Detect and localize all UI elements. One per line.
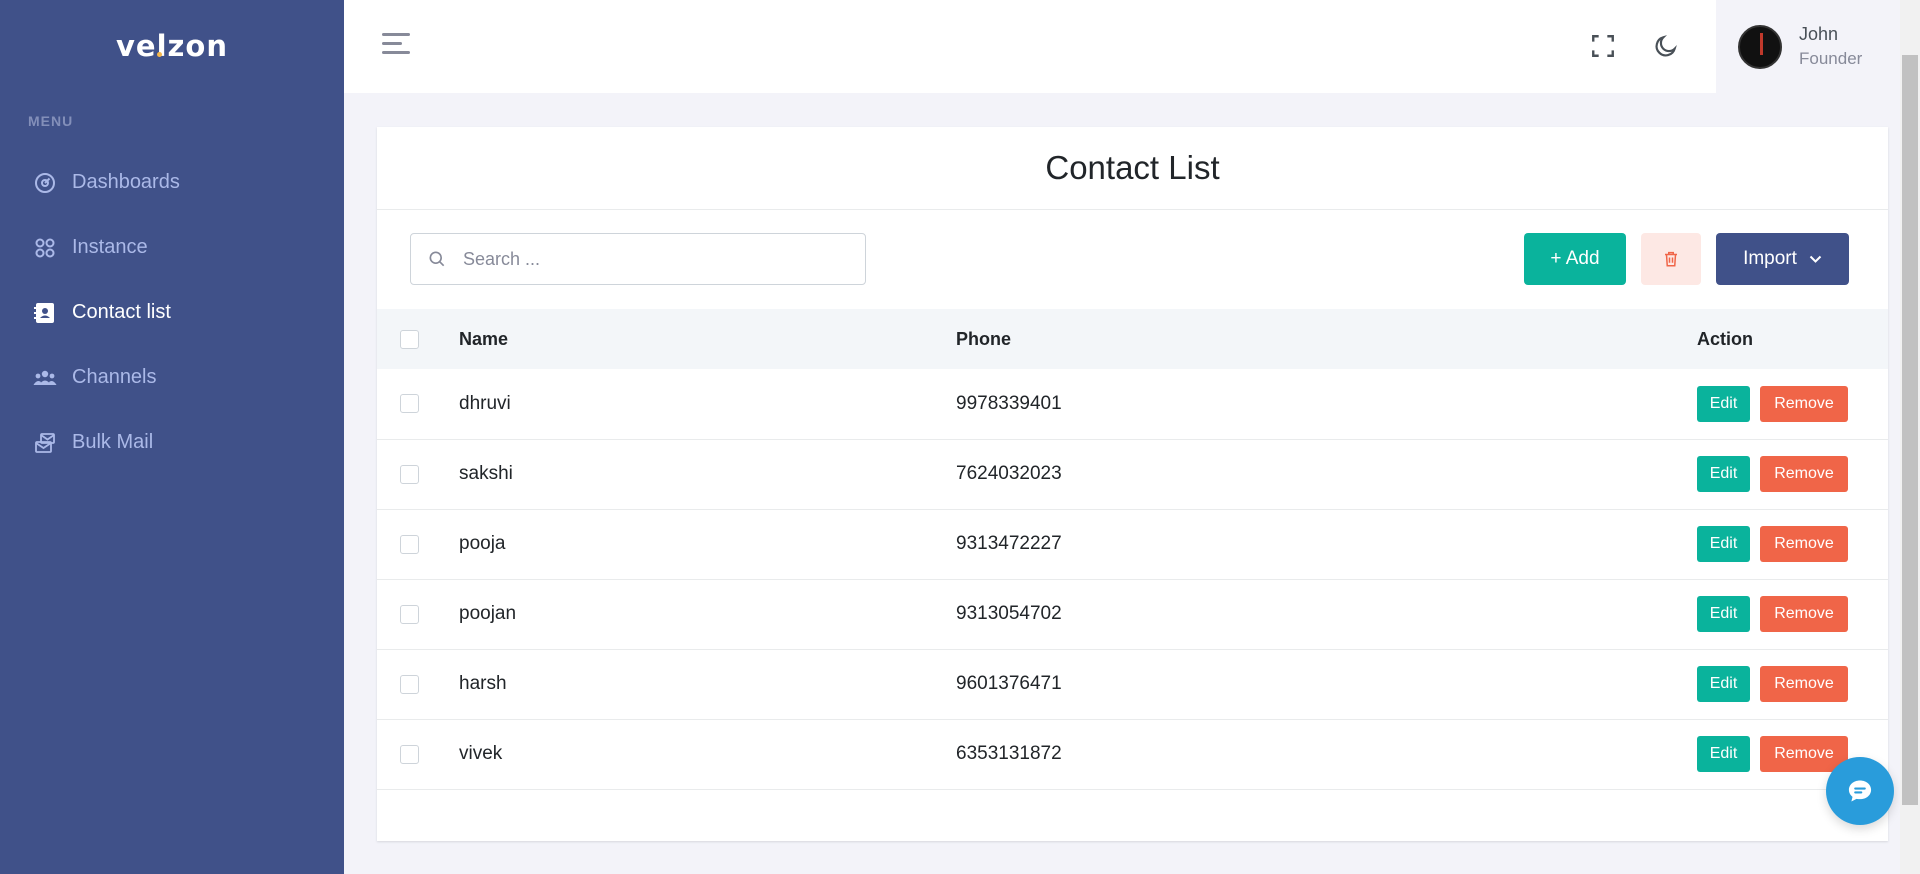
header-phone: Phone <box>956 328 1012 349</box>
edit-button[interactable]: Edit <box>1697 385 1750 422</box>
row-checkbox[interactable] <box>400 674 419 694</box>
edit-button[interactable]: Edit <box>1697 736 1750 772</box>
contact-phone: 9601376471 <box>956 673 1062 694</box>
header-action: Action <box>1697 328 1753 349</box>
logo-text: velzon <box>116 29 228 63</box>
user-info: John Founder <box>1799 24 1862 69</box>
search-box <box>410 233 866 285</box>
remove-button[interactable]: Remove <box>1760 385 1848 422</box>
edit-button[interactable]: Edit <box>1697 456 1750 492</box>
sidebar-item-channels[interactable]: Channels <box>0 345 344 410</box>
edit-button[interactable]: Edit <box>1697 526 1750 562</box>
table-row: dhruvi 9978339401 Edit Remove <box>377 369 1888 439</box>
menu-title: MENU <box>28 113 74 129</box>
dashboard-gauge-icon <box>32 170 58 196</box>
remove-button[interactable]: Remove <box>1760 456 1848 492</box>
delete-selected-button[interactable] <box>1641 233 1701 285</box>
edit-button[interactable]: Edit <box>1697 596 1750 632</box>
sidebar-nav: Dashboards Instance Contact list Channel… <box>0 150 344 475</box>
contact-name: pooja <box>459 533 506 554</box>
row-checkbox[interactable] <box>400 534 419 554</box>
table-row: harsh 9601376471 Edit Remove <box>377 649 1888 719</box>
search-input[interactable] <box>463 248 843 270</box>
table-row: sakshi 7624032023 Edit Remove <box>377 439 1888 509</box>
contact-phone: 7624032023 <box>956 463 1062 484</box>
toolbar: + Add Import <box>377 210 1888 309</box>
user-dropdown[interactable]: John Founder <box>1716 0 1900 93</box>
apps-grid-icon <box>32 235 58 261</box>
trash-icon <box>1665 251 1677 267</box>
select-all-checkbox[interactable] <box>400 329 419 349</box>
scrollbar-thumb[interactable] <box>1902 55 1918 805</box>
sidebar-item-label: Channels <box>72 366 157 388</box>
import-label: Import <box>1743 248 1797 269</box>
contact-phone: 6353131872 <box>956 743 1062 764</box>
page-title: Contact List <box>1045 149 1220 186</box>
contact-phone: 9313472227 <box>956 533 1062 554</box>
row-checkbox[interactable] <box>400 464 419 484</box>
sidebar-item-contact-list[interactable]: Contact list <box>0 280 344 345</box>
contact-name: vivek <box>459 743 503 764</box>
chat-bubble-icon <box>1848 780 1872 802</box>
table-row: poojan 9313054702 Edit Remove <box>377 579 1888 649</box>
table-row: pooja 9313472227 Edit Remove <box>377 509 1888 579</box>
row-checkbox[interactable] <box>400 744 419 764</box>
chat-button[interactable] <box>1826 757 1894 825</box>
contact-name: poojan <box>459 603 517 624</box>
sidebar-item-label: Bulk Mail <box>72 431 154 453</box>
topbar: John Founder <box>344 0 1900 93</box>
contacts-table: Name Phone Action dhruvi 9978339401 Edit… <box>377 309 1888 790</box>
contact-name: sakshi <box>459 463 513 484</box>
row-checkbox[interactable] <box>400 394 419 414</box>
contact-list-card: Contact List + Add Import Name Phone Act… <box>377 127 1888 841</box>
search-icon <box>429 251 445 267</box>
mail-stack-icon <box>32 430 58 456</box>
logo-dot <box>157 52 163 57</box>
user-name: John <box>1799 24 1839 44</box>
sidebar-item-label: Dashboards <box>72 171 180 193</box>
contact-name: dhruvi <box>459 392 511 414</box>
remove-button[interactable]: Remove <box>1760 596 1848 632</box>
remove-button[interactable]: Remove <box>1760 666 1848 702</box>
brand-logo[interactable]: velzon <box>0 0 344 92</box>
avatar <box>1738 24 1782 69</box>
user-role: Founder <box>1799 49 1863 68</box>
import-dropdown-button[interactable]: Import <box>1716 233 1849 285</box>
contact-phone: 9978339401 <box>956 392 1062 414</box>
sidebar: velzon MENU Dashboards Instance Contact … <box>0 0 344 874</box>
add-contact-button[interactable]: + Add <box>1524 233 1626 285</box>
sidebar-item-bulk-mail[interactable]: Bulk Mail <box>0 410 344 475</box>
header-select-cell <box>377 309 459 369</box>
table-row: vivek 6353131872 Edit Remove <box>377 719 1888 789</box>
fullscreen-icon[interactable] <box>1587 30 1619 62</box>
contact-book-icon <box>32 300 58 326</box>
card-header: Contact List <box>377 127 1888 210</box>
sidebar-item-label: Instance <box>72 236 148 258</box>
edit-button[interactable]: Edit <box>1697 666 1750 702</box>
sidebar-item-dashboards[interactable]: Dashboards <box>0 150 344 215</box>
scrollbar[interactable] <box>1900 0 1920 874</box>
sidebar-item-label: Contact list <box>72 301 171 323</box>
moon-icon[interactable] <box>1650 30 1682 62</box>
contact-phone: 9313054702 <box>956 603 1062 624</box>
team-icon <box>32 365 58 391</box>
row-checkbox[interactable] <box>400 604 419 624</box>
table-header-row: Name Phone Action <box>377 309 1888 369</box>
hamburger-menu-icon[interactable] <box>382 33 412 59</box>
chevron-down-icon <box>1809 251 1822 267</box>
contact-name: harsh <box>459 673 507 694</box>
header-name: Name <box>459 328 509 349</box>
remove-button[interactable]: Remove <box>1760 526 1848 562</box>
sidebar-item-instance[interactable]: Instance <box>0 215 344 280</box>
